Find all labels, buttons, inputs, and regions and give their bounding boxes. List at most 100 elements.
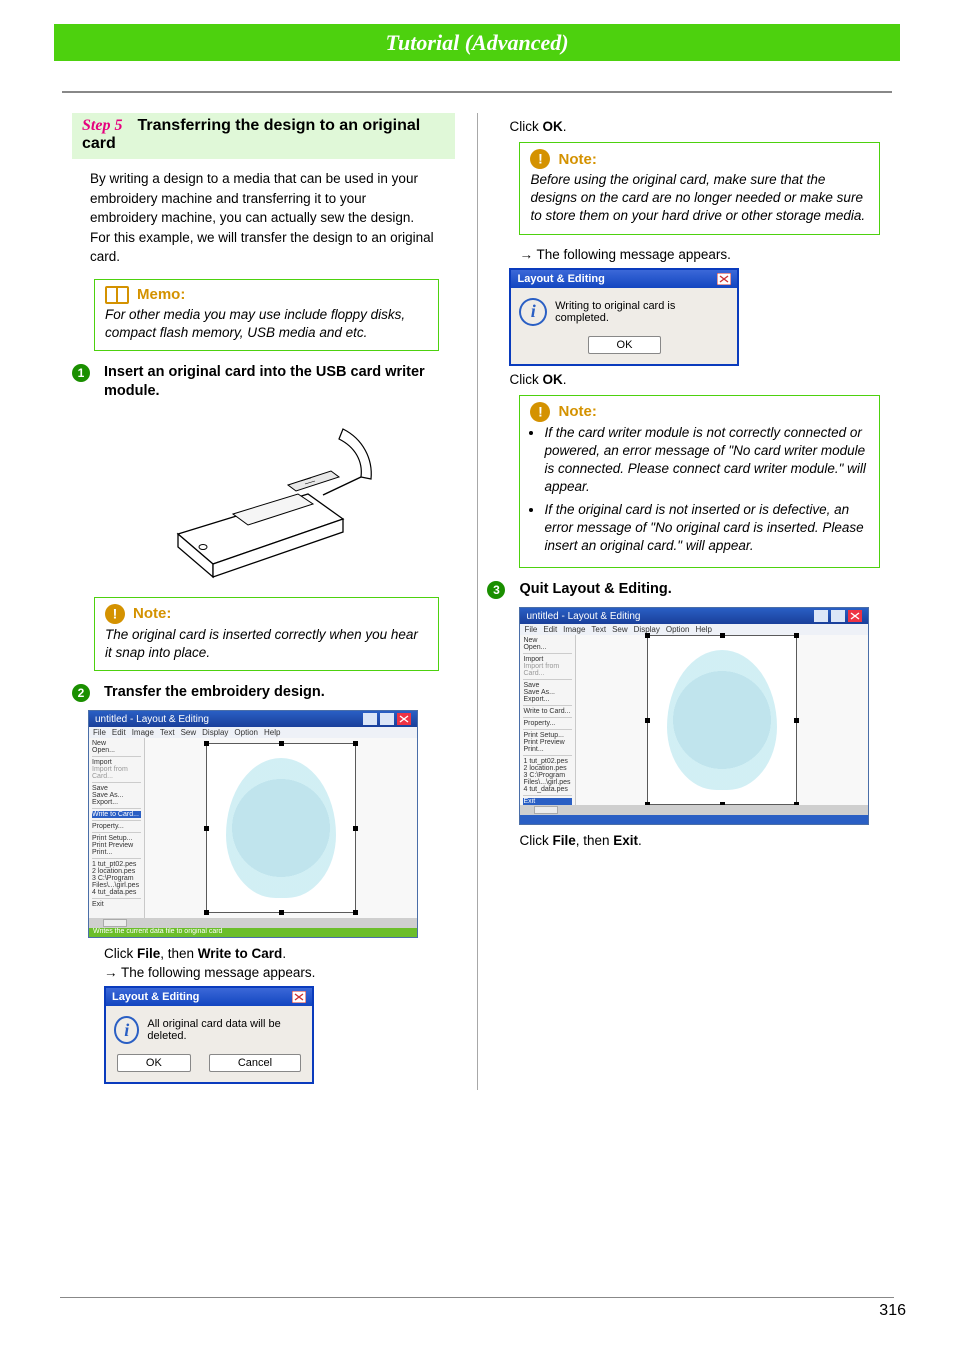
- dialog-delete-cancel[interactable]: Cancel: [209, 1054, 301, 1072]
- app-canvas[interactable]: [145, 738, 417, 918]
- menu-edit[interactable]: Edit: [543, 625, 557, 634]
- header-title: Tutorial (Advanced): [385, 30, 568, 55]
- file-menu-print-setup[interactable]: Print Setup...: [523, 732, 572, 739]
- menu-display[interactable]: Display: [202, 728, 228, 737]
- file-menu-save[interactable]: Save: [92, 785, 141, 792]
- dialog-complete: Layout & Editing i Writing to original c…: [509, 268, 739, 366]
- file-menu-dropdown[interactable]: New Open... Import Import from Card... S…: [520, 635, 576, 805]
- design-artwork: [226, 758, 336, 898]
- exclaim-icon: [530, 149, 550, 169]
- minimize-button[interactable]: [814, 610, 828, 622]
- file-menu-write-card[interactable]: Write to Card...: [92, 811, 141, 818]
- click-file-write: Click File, then Write to Card.: [104, 946, 455, 961]
- note-before: Note: Before using the original card, ma…: [519, 142, 880, 235]
- click-ok-2: Click OK.: [509, 372, 890, 387]
- dialog-complete-ok[interactable]: OK: [588, 336, 662, 354]
- file-menu-exit[interactable]: Exit: [523, 798, 572, 805]
- dialog-close-icon[interactable]: [717, 273, 731, 285]
- file-menu-dropdown[interactable]: New Open... Import Import from Card... S…: [89, 738, 145, 918]
- column-divider: [477, 113, 478, 1090]
- note-before-body: Before using the original card, make sur…: [530, 171, 869, 226]
- menu-sew[interactable]: Sew: [181, 728, 197, 737]
- note-error-1: If the card writer module is not correct…: [544, 424, 869, 497]
- click-file-exit: Click File, then Exit.: [519, 833, 890, 848]
- click-ok-1: Click OK.: [509, 119, 890, 134]
- menu-image[interactable]: Image: [563, 625, 585, 634]
- file-menu-import-card[interactable]: Import from Card...: [523, 663, 572, 677]
- arrow-after-ok: → The following message appears.: [519, 247, 890, 262]
- menu-edit[interactable]: Edit: [112, 728, 126, 737]
- bullet-3: 3: [487, 581, 505, 599]
- file-menu-property[interactable]: Property...: [92, 823, 141, 830]
- file-menu-recent2[interactable]: 2 location.pes: [523, 765, 572, 772]
- file-menu-export[interactable]: Export...: [523, 696, 572, 703]
- dialog-delete-ok[interactable]: OK: [117, 1054, 191, 1072]
- file-menu-export[interactable]: Export...: [92, 799, 141, 806]
- file-menu-write-card[interactable]: Write to Card...: [523, 708, 572, 715]
- memo-label: Memo:: [137, 286, 185, 303]
- app-menubar[interactable]: File Edit Image Text Sew Display Option …: [520, 624, 868, 635]
- dialog-close-icon[interactable]: [292, 991, 306, 1003]
- file-menu-recent3[interactable]: 3 C:\Program Files\...\girl.pes: [92, 875, 141, 889]
- menu-help[interactable]: Help: [695, 625, 711, 634]
- app-canvas[interactable]: [576, 635, 868, 805]
- minimize-button[interactable]: [363, 713, 377, 725]
- file-menu-open[interactable]: Open...: [523, 644, 572, 651]
- file-menu-saveas[interactable]: Save As...: [523, 689, 572, 696]
- info-icon: i: [519, 298, 547, 326]
- dialog-complete-title: Layout & Editing: [517, 273, 604, 285]
- close-icon[interactable]: [397, 713, 411, 725]
- file-menu-property[interactable]: Property...: [523, 720, 572, 727]
- scrollbar-h[interactable]: [89, 918, 417, 928]
- maximize-button[interactable]: [831, 610, 845, 622]
- menu-sew[interactable]: Sew: [612, 625, 628, 634]
- note-errors-label: Note:: [558, 403, 596, 420]
- file-menu-import[interactable]: Import: [523, 656, 572, 663]
- arrow-after-write: → The following message appears.: [104, 965, 455, 980]
- book-icon: [105, 286, 129, 304]
- file-menu-recent2[interactable]: 2 location.pes: [92, 868, 141, 875]
- note-errors: Note: If the card writer module is not c…: [519, 395, 880, 569]
- file-menu-recent4[interactable]: 4 tut_data.pes: [92, 889, 141, 896]
- menu-file[interactable]: File: [524, 625, 537, 634]
- file-menu-recent4[interactable]: 4 tut_data.pes: [523, 786, 572, 793]
- note-snap: Note: The original card is inserted corr…: [94, 597, 439, 671]
- menu-file[interactable]: File: [93, 728, 106, 737]
- menu-text[interactable]: Text: [160, 728, 175, 737]
- file-menu-new[interactable]: New: [523, 637, 572, 644]
- file-menu-print-preview[interactable]: Print Preview: [523, 739, 572, 746]
- file-menu-recent1[interactable]: 1 tut_pt02.pes: [92, 861, 141, 868]
- menu-option[interactable]: Option: [234, 728, 258, 737]
- file-menu-save[interactable]: Save: [523, 682, 572, 689]
- file-menu-print[interactable]: Print...: [523, 746, 572, 753]
- close-icon[interactable]: [848, 610, 862, 622]
- app-menubar[interactable]: File Edit Image Text Sew Display Option …: [89, 727, 417, 738]
- note-snap-label: Note:: [133, 605, 171, 622]
- app-titlebar: untitled - Layout & Editing: [89, 711, 417, 727]
- menu-image[interactable]: Image: [132, 728, 154, 737]
- maximize-button[interactable]: [380, 713, 394, 725]
- file-menu-import-card[interactable]: Import from Card...: [92, 766, 141, 780]
- menu-text[interactable]: Text: [591, 625, 606, 634]
- intro-text: By writing a design to a media that can …: [90, 169, 437, 267]
- file-menu-saveas[interactable]: Save As...: [92, 792, 141, 799]
- step-2: 2 Transfer the embroidery design.: [72, 683, 455, 702]
- menu-help[interactable]: Help: [264, 728, 280, 737]
- file-menu-print[interactable]: Print...: [92, 849, 141, 856]
- file-menu-print-setup[interactable]: Print Setup...: [92, 835, 141, 842]
- file-menu-new[interactable]: New: [92, 740, 141, 747]
- file-menu-recent3[interactable]: 3 C:\Program Files\...\girl.pes: [523, 772, 572, 786]
- file-menu-print-preview[interactable]: Print Preview: [92, 842, 141, 849]
- step-2-text: Transfer the embroidery design.: [104, 683, 325, 702]
- top-rule: [62, 91, 892, 93]
- dialog-complete-msg: Writing to original card is completed.: [555, 300, 729, 324]
- bullet-2: 2: [72, 684, 90, 702]
- file-menu-exit[interactable]: Exit: [92, 901, 141, 908]
- file-menu-recent1[interactable]: 1 tut_pt02.pes: [523, 758, 572, 765]
- scrollbar-h[interactable]: [520, 805, 868, 815]
- menu-option[interactable]: Option: [666, 625, 690, 634]
- file-menu-open[interactable]: Open...: [92, 747, 141, 754]
- file-menu-import[interactable]: Import: [92, 759, 141, 766]
- dialog-delete: Layout & Editing i All original card dat…: [104, 986, 314, 1084]
- step-1-text: Insert an original card into the USB car…: [104, 363, 455, 401]
